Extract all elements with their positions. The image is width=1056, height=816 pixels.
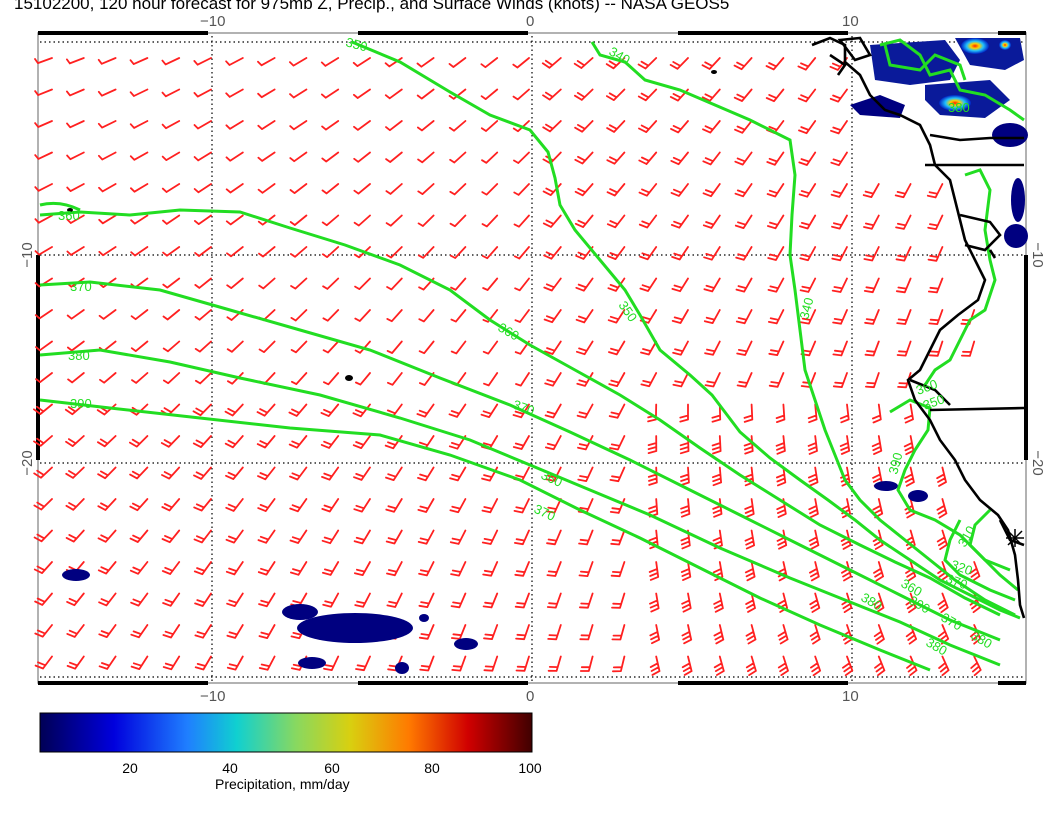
contour-label: 390 [70,396,92,411]
y-tick-right-lower: −20 [1029,450,1046,475]
forecast-map: 350 340 360 370 380 390 350 360 370 360 … [19,13,1046,753]
colorbar-tick: 100 [518,760,542,776]
precip-colorbar [39,712,533,753]
contour-label: 360 [539,467,565,490]
contour-label: 350 [344,34,369,54]
contour-label: 340 [796,296,816,321]
y-tick-right-upper: −10 [1029,242,1046,267]
contour-label: 350 [616,298,641,324]
contour-label: 370 [70,279,92,294]
x-tick-bottom-east: 10 [842,688,859,705]
station-marker [1006,529,1024,547]
x-tick-top-west: −10 [200,13,225,30]
contour-label: 360 [496,320,522,344]
precip-areas [62,38,1028,674]
x-tick-bottom-west: −10 [200,688,225,705]
contour-label: 380 [924,635,950,659]
contour-label: 370 [532,501,558,524]
x-tick-top-zero: 0 [526,13,534,30]
colorbar-tick: 40 [222,760,238,776]
y-tick-left-upper: −10 [19,242,36,267]
wind-barbs [33,57,982,677]
contour-label: 380 [948,100,970,115]
y-tick-left-lower: −20 [19,450,36,475]
x-tick-top-east: 10 [842,13,859,30]
colorbar-tick: 20 [122,760,138,776]
contour-label: 380 [969,628,995,652]
contour-label: 390 [885,451,905,476]
contour-label: 390 [907,593,933,617]
contour-label: 370 [939,610,965,634]
colorbar-tick: 80 [424,760,440,776]
wind-barb-field [33,57,982,677]
colorbar-label: Precipitation, mm/day [215,776,350,792]
contour-label: 360 [58,208,80,223]
colorbar-tick: 60 [324,760,340,776]
x-tick-bottom-zero: 0 [526,688,534,705]
contour-label: 380 [68,348,90,363]
